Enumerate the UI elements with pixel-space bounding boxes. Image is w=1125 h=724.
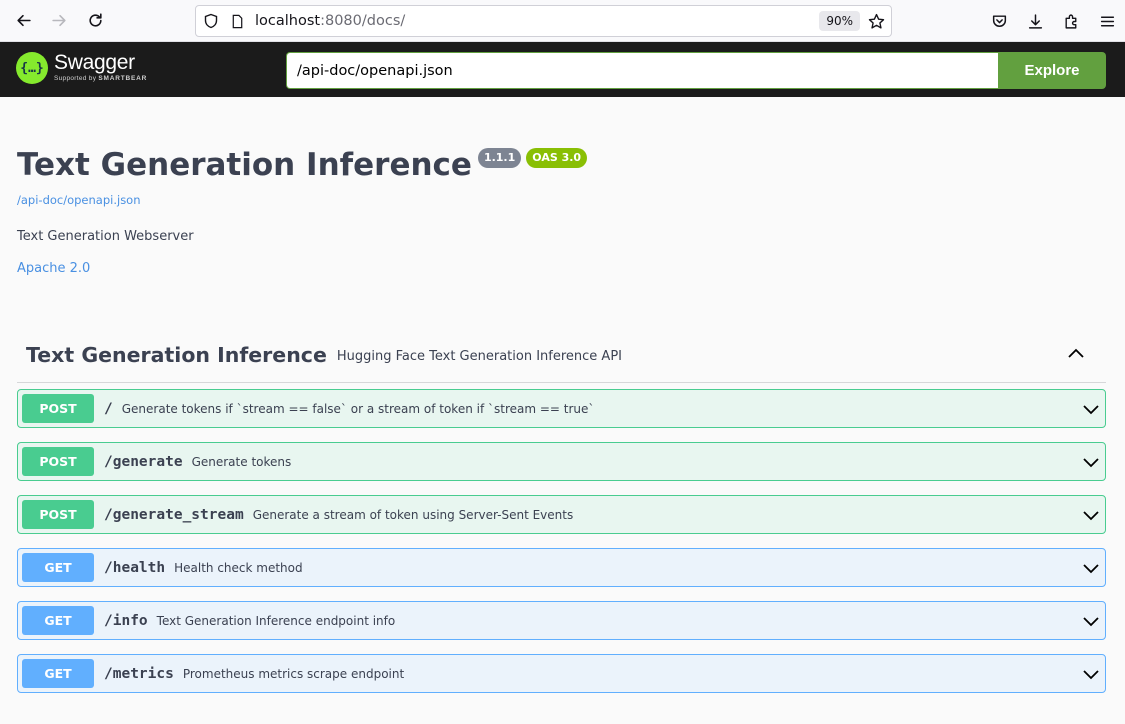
back-button[interactable] bbox=[5, 3, 41, 39]
arrow-left-icon bbox=[16, 14, 31, 27]
forward-button[interactable] bbox=[41, 3, 77, 39]
page-icon[interactable] bbox=[227, 11, 247, 31]
method-badge: GET bbox=[22, 553, 94, 582]
puzzle-icon bbox=[1064, 14, 1076, 29]
operation-get-info[interactable]: GET /info Text Generation Inference endp… bbox=[17, 601, 1106, 640]
operation-get-metrics[interactable]: GET /metrics Prometheus metrics scrape e… bbox=[17, 654, 1106, 693]
url-text[interactable]: localhost:8080/docs/ bbox=[255, 13, 819, 29]
logo-subtitle: Supported by SMARTBEAR bbox=[54, 75, 148, 82]
license-link[interactable]: Apache 2.0 bbox=[17, 261, 1107, 276]
operation-path: /generate_stream bbox=[104, 506, 244, 523]
browser-toolbar: localhost:8080/docs/ 90% bbox=[0, 0, 1125, 42]
operation-path: / bbox=[104, 400, 113, 417]
method-badge: POST bbox=[22, 500, 94, 529]
downloads-button[interactable] bbox=[1017, 3, 1053, 39]
logo-name: Swagger bbox=[54, 51, 135, 74]
bookmark-star-icon[interactable] bbox=[866, 11, 886, 31]
operation-summary: Generate a stream of token using Server-… bbox=[252, 507, 574, 522]
chevron-down-icon[interactable] bbox=[1081, 399, 1101, 419]
operation-post-root[interactable]: POST / Generate tokens if `stream == fal… bbox=[17, 389, 1106, 428]
oas-badge: OAS 3.0 bbox=[526, 148, 588, 168]
swagger-topbar: {…} Swagger Supported by SMARTBEAR Explo… bbox=[0, 42, 1125, 97]
operations-list: POST / Generate tokens if `stream == fal… bbox=[17, 389, 1106, 707]
address-bar[interactable]: localhost:8080/docs/ 90% bbox=[195, 5, 892, 37]
tag-section-header[interactable]: Text Generation Inference Hugging Face T… bbox=[17, 328, 1106, 383]
tag-description: Hugging Face Text Generation Inference A… bbox=[336, 348, 622, 364]
operation-path: /info bbox=[104, 612, 148, 629]
version-badge: 1.1.1 bbox=[477, 148, 522, 168]
pocket-icon bbox=[992, 14, 1006, 27]
tag-name: Text Generation Inference bbox=[26, 343, 327, 367]
operation-summary: Health check method bbox=[174, 560, 303, 575]
swagger-logo-icon: {…} bbox=[16, 52, 48, 84]
operation-path: /generate bbox=[104, 453, 183, 470]
spec-url-input[interactable] bbox=[286, 52, 999, 89]
spec-link[interactable]: /api-doc/openapi.json bbox=[17, 193, 1107, 207]
method-badge: GET bbox=[22, 606, 94, 635]
reload-icon bbox=[88, 13, 102, 27]
method-badge: GET bbox=[22, 659, 94, 688]
arrow-right-icon bbox=[51, 14, 66, 27]
api-description: Text Generation Webserver bbox=[17, 229, 194, 244]
chevron-down-icon[interactable] bbox=[1081, 664, 1101, 684]
chevron-up-icon[interactable] bbox=[1066, 344, 1086, 364]
operation-summary: Prometheus metrics scrape endpoint bbox=[182, 666, 405, 681]
method-badge: POST bbox=[22, 394, 94, 423]
chevron-down-icon[interactable] bbox=[1081, 505, 1101, 525]
zoom-level-badge[interactable]: 90% bbox=[819, 11, 860, 31]
hamburger-icon bbox=[1100, 16, 1114, 26]
api-title: Text Generation Inference bbox=[17, 147, 472, 183]
operation-get-health[interactable]: GET /health Health check method bbox=[17, 548, 1106, 587]
method-badge: POST bbox=[22, 447, 94, 476]
operation-path: /metrics bbox=[104, 665, 174, 682]
shield-icon[interactable] bbox=[201, 11, 221, 31]
operation-post-generate-stream[interactable]: POST /generate_stream Generate a stream … bbox=[17, 495, 1106, 534]
chevron-down-icon[interactable] bbox=[1081, 452, 1101, 472]
operation-summary: Generate tokens bbox=[191, 454, 292, 469]
operation-summary: Generate tokens if `stream == false` or … bbox=[121, 401, 595, 416]
download-icon bbox=[1028, 13, 1042, 29]
reload-button[interactable] bbox=[77, 3, 113, 39]
operation-summary: Text Generation Inference endpoint info bbox=[156, 613, 396, 628]
chevron-down-icon[interactable] bbox=[1081, 611, 1101, 631]
swagger-logo[interactable]: {…} Swagger Supported by SMARTBEAR bbox=[16, 52, 147, 84]
chevron-down-icon[interactable] bbox=[1081, 558, 1101, 578]
menu-button[interactable] bbox=[1089, 3, 1125, 39]
explore-button[interactable]: Explore bbox=[998, 52, 1106, 89]
extensions-button[interactable] bbox=[1053, 3, 1089, 39]
pocket-button[interactable] bbox=[981, 3, 1017, 39]
operation-post-generate[interactable]: POST /generate Generate tokens bbox=[17, 442, 1106, 481]
api-info: Text Generation Inference 1.1.1 OAS 3.0 … bbox=[17, 140, 1107, 276]
operation-path: /health bbox=[104, 559, 166, 576]
